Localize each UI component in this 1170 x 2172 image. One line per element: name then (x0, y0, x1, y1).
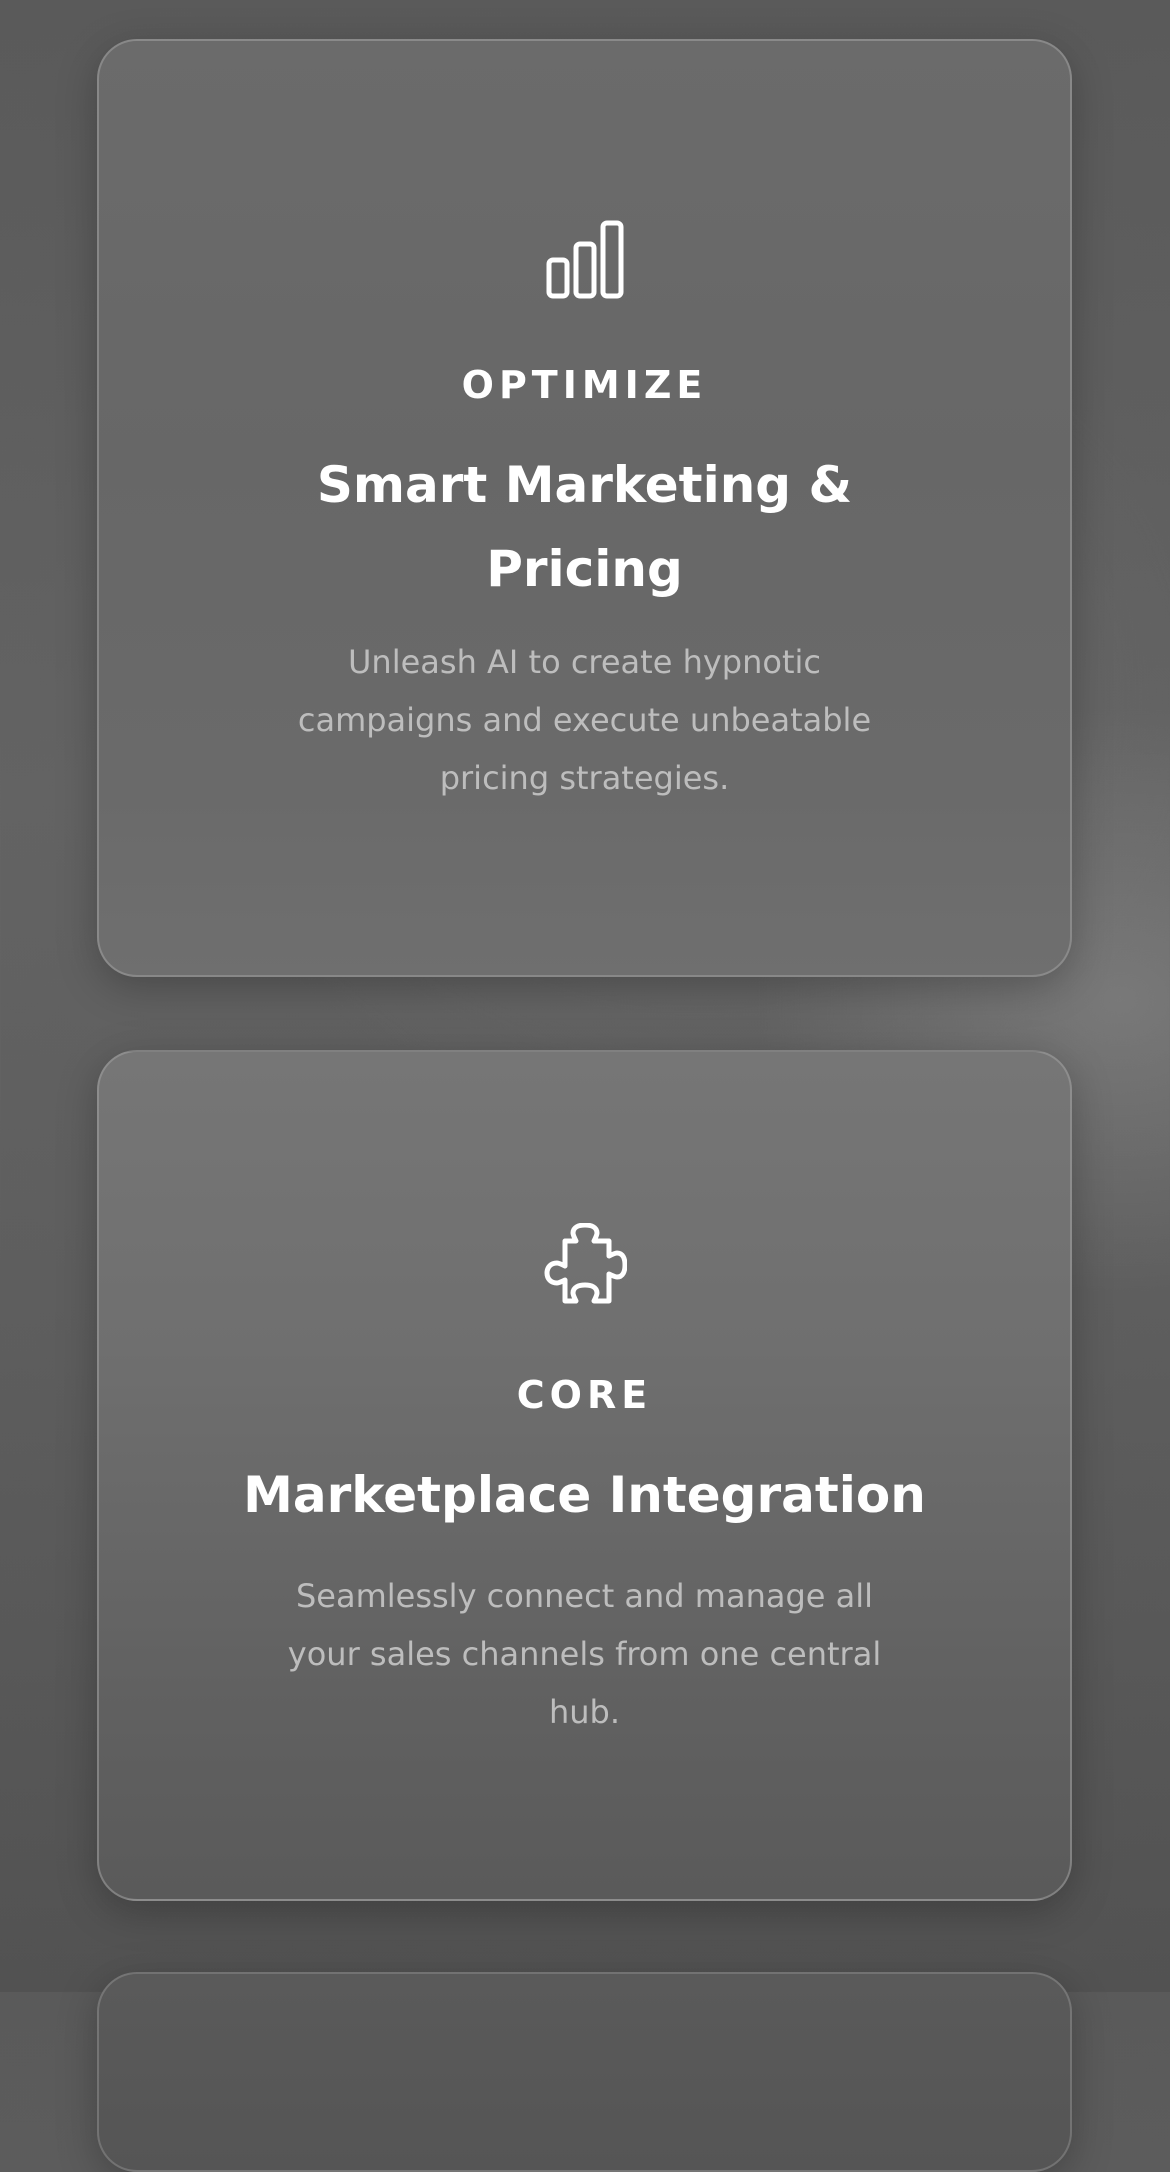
card-title: Smart Marketing & Pricing (317, 443, 852, 611)
card-description-line: hub. (548, 1693, 621, 1731)
card-description-line: pricing strategies. (439, 759, 730, 797)
card-description-line: Seamlessly connect and manage all (295, 1577, 874, 1615)
card-description-line: Unleash AI to create hypnotic (348, 643, 821, 681)
card-title-line: Pricing (486, 540, 683, 598)
feature-card-optimize: OPTIMIZE Smart Marketing & Pricing Unlea… (97, 39, 1072, 977)
feature-card-core: CORE Marketplace Integration Seamlessly … (97, 1050, 1072, 1901)
card-title: Marketplace Integration (243, 1453, 926, 1537)
card-eyebrow: OPTIMIZE (461, 363, 708, 407)
card-description-line: campaigns and execute unbeatable (297, 701, 872, 739)
card-eyebrow: CORE (516, 1373, 653, 1417)
puzzle-piece-icon (544, 1223, 627, 1304)
feature-card-partial (97, 1972, 1072, 2172)
card-description-line: your sales channels from one central (287, 1635, 882, 1673)
card-description: Seamlessly connect and manage all your s… (288, 1567, 881, 1741)
card-title-line: Smart Marketing & (316, 456, 853, 514)
bar-chart-icon (546, 220, 623, 299)
card-title-line: Marketplace Integration (243, 1466, 926, 1524)
card-description: Unleash AI to create hypnotic campaigns … (298, 633, 871, 807)
